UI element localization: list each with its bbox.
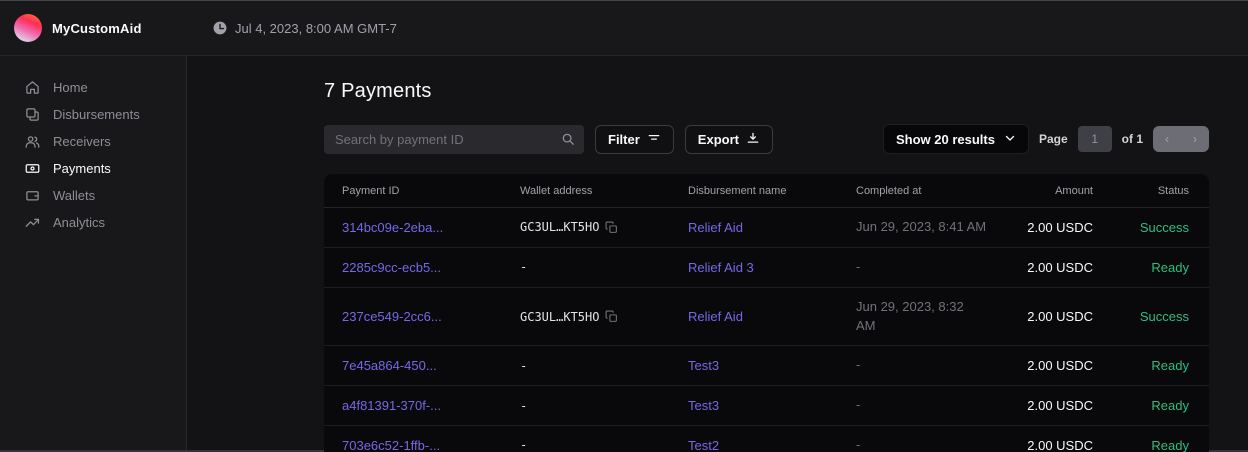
- status-badge: Ready: [1095, 398, 1189, 413]
- wallet-address-cell: GC3UL…KT5HO: [520, 310, 688, 324]
- page-title: 7 Payments: [324, 80, 1209, 103]
- payment-id-link[interactable]: a4f81391-370f-...: [342, 398, 520, 413]
- table-row: a4f81391-370f-... - Test3 - 2.00 USDC Re…: [324, 386, 1209, 426]
- sidebar-item-receivers[interactable]: Receivers: [0, 128, 186, 155]
- amount-cell: 2.00 USDC: [1008, 398, 1095, 413]
- main-content: 7 Payments Filter Export: [187, 56, 1248, 450]
- column-header-wallet-address: Wallet address: [520, 185, 688, 197]
- completed-at-cell: Jun 29, 2023, 8:32 AM: [856, 298, 1008, 336]
- disbursements-icon: [25, 107, 40, 122]
- completed-at-cell: Jun 29, 2023, 8:41 AM: [856, 218, 1008, 237]
- disbursement-link[interactable]: Relief Aid 3: [688, 260, 856, 275]
- wallet-address-cell: GC3UL…KT5HO: [520, 220, 688, 234]
- chevron-down-icon: [1004, 132, 1016, 147]
- analytics-icon: [25, 215, 40, 230]
- payment-id-link[interactable]: 314bc09e-2eba...: [342, 220, 520, 235]
- column-header-payment-id: Payment ID: [342, 185, 520, 197]
- sidebar-item-home[interactable]: Home: [0, 74, 186, 101]
- disbursement-link[interactable]: Test3: [688, 358, 856, 373]
- sidebar-item-label: Home: [53, 80, 88, 95]
- current-time: Jul 4, 2023, 8:00 AM GMT-7: [213, 21, 397, 36]
- sidebar-item-label: Wallets: [53, 188, 95, 203]
- table-row: 7e45a864-450... - Test3 - 2.00 USDC Read…: [324, 346, 1209, 386]
- amount-cell: 2.00 USDC: [1008, 260, 1095, 275]
- wallet-address-cell: -: [520, 438, 688, 452]
- wallet-address-cell: -: [520, 399, 688, 413]
- sidebar-item-disbursements[interactable]: Disbursements: [0, 101, 186, 128]
- column-header-disbursement-name: Disbursement name: [688, 185, 856, 197]
- payment-id-link[interactable]: 7e45a864-450...: [342, 358, 520, 373]
- payments-icon: [25, 161, 40, 176]
- completed-at-cell: -: [856, 396, 1008, 415]
- search-icon: [561, 132, 575, 151]
- clock-icon: [213, 21, 227, 35]
- filter-lines-icon: [647, 131, 661, 148]
- export-button-label: Export: [698, 132, 739, 147]
- search-box: [324, 125, 584, 154]
- pagination: ‹ ›: [1153, 126, 1209, 152]
- status-badge: Success: [1095, 220, 1189, 235]
- copy-icon[interactable]: [605, 310, 618, 323]
- table-row: 2285c9cc-ecb5... - Relief Aid 3 - 2.00 U…: [324, 248, 1209, 288]
- export-button[interactable]: Export: [685, 125, 773, 154]
- brand-area: MyCustomAid: [0, 14, 187, 42]
- receivers-icon: [25, 134, 40, 149]
- filter-button[interactable]: Filter: [595, 125, 674, 154]
- completed-at-cell: -: [856, 258, 1008, 277]
- disbursement-link[interactable]: Test3: [688, 398, 856, 413]
- topbar: MyCustomAid Jul 4, 2023, 8:00 AM GMT-7: [0, 1, 1248, 56]
- prev-page-button[interactable]: ‹: [1159, 133, 1175, 145]
- home-icon: [25, 80, 40, 95]
- amount-cell: 2.00 USDC: [1008, 220, 1095, 235]
- disbursement-link[interactable]: Relief Aid: [688, 220, 856, 235]
- sidebar-item-analytics[interactable]: Analytics: [0, 209, 186, 236]
- page-total: of 1: [1122, 132, 1143, 146]
- download-icon: [746, 131, 760, 148]
- column-header-completed-at: Completed at: [856, 185, 1008, 197]
- page-label: Page: [1039, 132, 1068, 146]
- completed-at-cell: -: [856, 356, 1008, 375]
- status-badge: Ready: [1095, 438, 1189, 452]
- sidebar-item-wallets[interactable]: Wallets: [0, 182, 186, 209]
- table-row: 703e6c52-1ffb-... - Test2 - 2.00 USDC Re…: [324, 426, 1209, 452]
- wallet-address-cell: -: [520, 260, 688, 274]
- amount-cell: 2.00 USDC: [1008, 438, 1095, 452]
- amount-cell: 2.00 USDC: [1008, 358, 1095, 373]
- column-header-status: Status: [1095, 185, 1189, 197]
- status-badge: Ready: [1095, 260, 1189, 275]
- search-input[interactable]: [324, 125, 584, 154]
- next-page-button[interactable]: ›: [1187, 133, 1203, 145]
- brand-name: MyCustomAid: [52, 21, 142, 36]
- payment-id-link[interactable]: 703e6c52-1ffb-...: [342, 438, 520, 452]
- disbursement-link[interactable]: Test2: [688, 438, 856, 452]
- wallets-icon: [25, 188, 40, 203]
- sidebar-item-label: Disbursements: [53, 107, 140, 122]
- sidebar: Home Disbursements Receivers Payments Wa…: [0, 56, 187, 450]
- filter-button-label: Filter: [608, 132, 640, 147]
- payments-table: Payment IDWallet addressDisbursement nam…: [324, 174, 1209, 452]
- toolbar: Filter Export Show 20 results: [324, 124, 1209, 154]
- status-badge: Success: [1095, 309, 1189, 324]
- table-row: 314bc09e-2eba... GC3UL…KT5HO Relief Aid …: [324, 208, 1209, 248]
- timestamp-text: Jul 4, 2023, 8:00 AM GMT-7: [235, 21, 397, 36]
- results-per-page-label: Show 20 results: [896, 132, 995, 147]
- page-number-input[interactable]: [1078, 126, 1112, 152]
- amount-cell: 2.00 USDC: [1008, 309, 1095, 324]
- sidebar-item-label: Receivers: [53, 134, 111, 149]
- status-badge: Ready: [1095, 358, 1189, 373]
- sidebar-item-label: Payments: [53, 161, 111, 176]
- results-per-page-select[interactable]: Show 20 results: [883, 124, 1029, 154]
- copy-icon[interactable]: [605, 221, 618, 234]
- table-header-row: Payment IDWallet addressDisbursement nam…: [324, 174, 1209, 208]
- payment-id-link[interactable]: 2285c9cc-ecb5...: [342, 260, 520, 275]
- wallet-address-cell: -: [520, 359, 688, 373]
- payment-id-link[interactable]: 237ce549-2cc6...: [342, 309, 520, 324]
- sidebar-item-label: Analytics: [53, 215, 105, 230]
- app-logo: [14, 14, 42, 42]
- sidebar-item-payments[interactable]: Payments: [0, 155, 186, 182]
- column-header-amount: Amount: [1008, 185, 1095, 197]
- completed-at-cell: -: [856, 436, 1008, 452]
- table-row: 237ce549-2cc6... GC3UL…KT5HO Relief Aid …: [324, 288, 1209, 347]
- disbursement-link[interactable]: Relief Aid: [688, 309, 856, 324]
